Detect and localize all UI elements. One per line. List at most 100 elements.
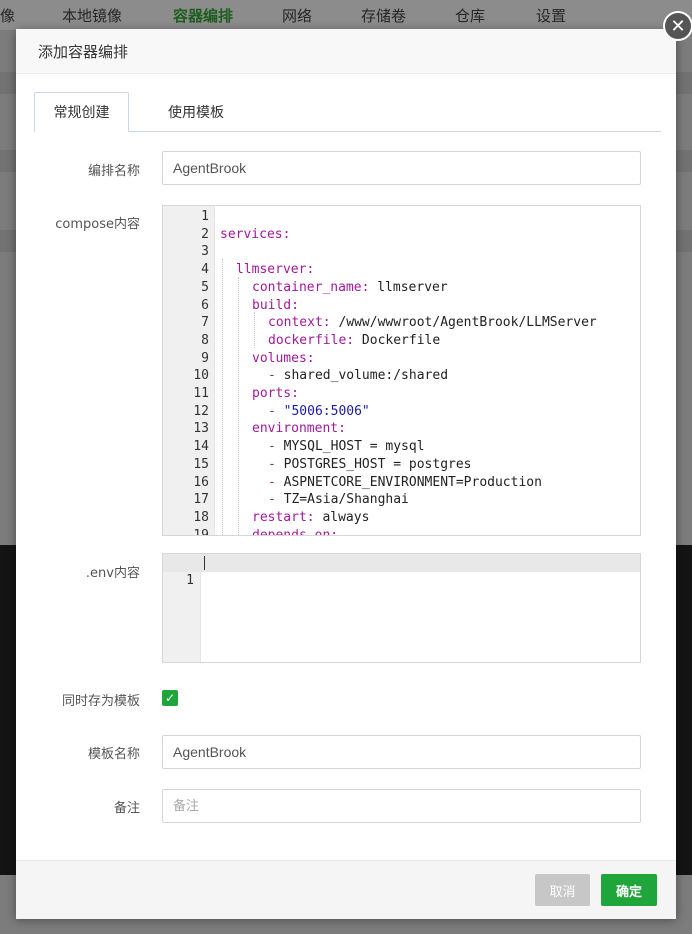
code-line: 11 ports: [163, 385, 640, 403]
code-text: - MYSQL_HOST = mysql [268, 438, 425, 456]
code-text: depends_on: [252, 527, 339, 536]
code-line: 4 llmserver: [163, 261, 640, 279]
nav-item-volumes: 存储卷 [361, 7, 407, 25]
yaml-key: services: [220, 226, 291, 242]
code-text: restart: always [252, 509, 369, 527]
yaml-key: dockerfile: [268, 332, 355, 348]
code-text: - ASPNETCORE_ENVIRONMENT=Production [268, 474, 542, 492]
yaml-dash: - [268, 456, 284, 472]
nav-item-settings: 设置 [536, 7, 567, 25]
text-cursor [204, 556, 205, 570]
line-number: 6 [201, 297, 209, 313]
compose-label: compose内容 [55, 217, 140, 232]
code-line: 12 - "5006:5006" [163, 403, 640, 421]
code-line: 5 container_name: llmserver [163, 279, 640, 297]
code-line: 8 dockerfile: Dockerfile [163, 332, 640, 350]
nav-item: 像 [0, 7, 16, 25]
line-number: 17 [193, 492, 209, 508]
code-line: 16 - ASPNETCORE_ENVIRONMENT=Production [163, 474, 640, 492]
line-number: 10 [193, 368, 209, 384]
yaml-dash: - [268, 403, 284, 419]
close-icon: ✕ [665, 13, 691, 39]
yaml-dash: - [268, 474, 284, 490]
save-template-checkbox[interactable]: ✓ [162, 690, 178, 706]
line-number: 19 [193, 527, 209, 536]
yaml-key: ports: [252, 386, 299, 401]
cancel-button[interactable]: 取消 [535, 874, 590, 906]
yaml-dash: - [268, 492, 284, 508]
yaml-key: container_name: [252, 279, 370, 295]
yaml-value: shared_volume:/shared [283, 368, 449, 384]
tab-use-template[interactable]: 使用模板 [146, 92, 246, 131]
line-number: 7 [201, 315, 209, 331]
yaml-dash: - [268, 368, 284, 384]
code-text: context: /www/wwwroot/AgentBrook/LLMServ… [268, 314, 597, 332]
code-line: 9 volumes: [163, 350, 640, 368]
add-compose-dialog: 添加容器编排 常规创建 使用模板 编排名称 AgentBrook compose… [16, 29, 676, 919]
line-number: 2 [201, 226, 209, 242]
line-number: 15 [193, 456, 209, 472]
yaml-value: MYSQL_HOST = mysql [283, 439, 425, 455]
remark-label: 备注 [113, 801, 140, 816]
code-text: build: [252, 297, 299, 315]
name-label: 编排名称 [87, 164, 140, 179]
code-line: 13 environment: [163, 420, 640, 438]
line-number: 16 [193, 474, 209, 490]
tab-regular-create[interactable]: 常规创建 [34, 92, 129, 132]
env-editor[interactable]: 1 [162, 553, 641, 663]
nav-item-compose: 容器编排 [173, 7, 234, 25]
yaml-dash: - [268, 439, 284, 455]
dialog-header: 添加容器编排 [16, 29, 676, 74]
code-text: - TZ=Asia/Shanghai [268, 491, 409, 509]
yaml-key: context: [268, 315, 331, 331]
yaml-key: restart: [252, 509, 315, 525]
line-number: 13 [193, 421, 209, 437]
code-line: 15 - POSTGRES_HOST = postgres [163, 456, 640, 474]
line-number: 9 [201, 350, 209, 366]
code-line: 17 - TZ=Asia/Shanghai [163, 491, 640, 509]
close-button[interactable]: ✕ [663, 11, 692, 41]
template-name-label: 模板名称 [87, 747, 140, 762]
save-template-label: 同时存为模板 [61, 694, 140, 709]
code-line: 6 build: [163, 297, 640, 315]
template-name-input[interactable]: AgentBrook [162, 735, 641, 769]
line-number: 12 [193, 403, 209, 419]
yaml-value: /www/wwwroot/AgentBrook/LLMServer [330, 315, 597, 331]
code-line: 10 - shared_volume:/shared [163, 367, 640, 385]
code-line: 19 depends_on: [163, 527, 640, 536]
dialog-title: 添加容器编排 [38, 42, 129, 61]
line-number: 4 [201, 262, 209, 278]
yaml-value: "5006:5006" [283, 403, 370, 419]
yaml-key: volumes: [252, 350, 315, 366]
code-text: - "5006:5006" [268, 403, 370, 421]
code-text: - shared_volume:/shared [268, 367, 448, 385]
code-line: 3 [163, 243, 640, 261]
yaml-value: llmserver [369, 279, 448, 295]
code-text: services: [220, 226, 290, 244]
code-line: 7 context: /www/wwwroot/AgentBrook/LLMSer… [163, 314, 640, 332]
code-text: ports: [252, 385, 299, 403]
code-line: 1 [163, 554, 640, 588]
tab-bar: 常规创建 使用模板 [34, 92, 661, 132]
yaml-key: environment: [252, 421, 346, 437]
line-number: 8 [201, 332, 209, 348]
nav-item-registry: 仓库 [455, 7, 486, 25]
yaml-value: always [314, 509, 370, 525]
line-number: 11 [193, 386, 209, 401]
code-line: 14 - MYSQL_HOST = mysql [163, 438, 640, 456]
code-text: volumes: [252, 350, 315, 368]
remark-input[interactable]: 备注 [162, 789, 641, 823]
code-line: 2 services: [163, 226, 640, 244]
line-number: 5 [201, 279, 209, 295]
yaml-value: TZ=Asia/Shanghai [283, 492, 409, 508]
line-number: 14 [193, 439, 209, 455]
confirm-button[interactable]: 确定 [601, 874, 657, 906]
line-number: 3 [201, 244, 209, 260]
compose-editor[interactable]: 1 2 services: 3 4 llmserver: 5 container_name: … [162, 205, 641, 536]
yaml-key: depends_on: [252, 527, 339, 536]
yaml-value: Dockerfile [354, 332, 441, 348]
background-top-nav: 像 本地镜像 容器编排 网络 存储卷 仓库 设置 [0, 0, 692, 30]
line-number: 18 [193, 509, 209, 525]
compose-name-input[interactable]: AgentBrook [162, 151, 641, 185]
yaml-key: build: [252, 297, 299, 313]
